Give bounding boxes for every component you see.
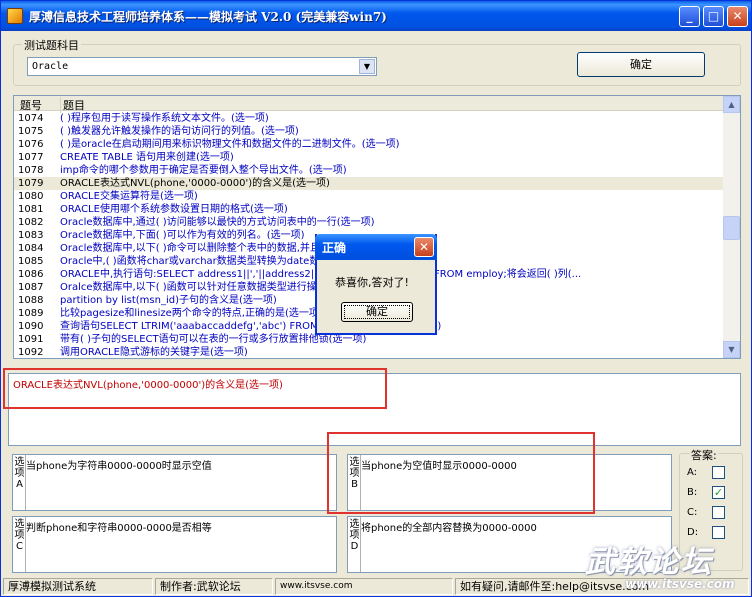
- table-row[interactable]: 1074 ( )程序包用于读写操作系统文本文件。(选一项): [14, 112, 724, 125]
- row-id: 1092: [18, 347, 44, 358]
- subject-group-label: 测试题科目: [22, 37, 81, 53]
- row-id: 1086: [18, 269, 44, 280]
- row-question: ORACLE使用哪个系统参数设置日期的格式(选一项): [60, 204, 288, 215]
- confirm-subject-button[interactable]: 确定: [577, 52, 705, 77]
- watermark-logo: 武软论坛: [585, 545, 713, 580]
- row-id: 1090: [18, 321, 44, 332]
- subject-select-value: Oracle: [32, 61, 69, 72]
- checkmark-icon[interactable]: ✓: [712, 486, 725, 499]
- title-bar[interactable]: 厚溥信息技术工程师培养体系——模拟考试 V2.0 (完美兼容win7) _ □ …: [1, 1, 751, 31]
- option-a-box[interactable]: 选项A 当phone为字符串0000-0000时显示空值: [12, 454, 337, 511]
- row-id: 1075: [18, 126, 44, 137]
- scroll-thumb[interactable]: [723, 216, 740, 240]
- row-question: 调用ORACLE隐式游标的关键字是(选一项): [60, 347, 248, 358]
- close-button[interactable]: ✕: [727, 6, 748, 27]
- answer-option-label: B:: [687, 487, 698, 498]
- scroll-down-icon[interactable]: ▼: [723, 341, 740, 358]
- table-row[interactable]: 1080 ORACLE交集运算符是(选一项): [14, 190, 724, 203]
- row-id: 1081: [18, 204, 44, 215]
- row-id: 1087: [18, 282, 44, 293]
- table-row[interactable]: 1092 调用ORACLE隐式游标的关键字是(选一项): [14, 346, 724, 358]
- row-id: 1088: [18, 295, 44, 306]
- table-row[interactable]: 1076 ( )是oracle在启动期间用来标识物理文件和数据文件的二进制文件。(…: [14, 138, 724, 151]
- dialog-message: 恭喜你,答对了!: [335, 276, 409, 289]
- row-question: imp命令的哪个参数用于确定是否要倒入整个导出文件。(选一项): [60, 165, 347, 176]
- dialog-title-bar[interactable]: 正确 ✕: [315, 234, 437, 260]
- row-id: 1080: [18, 191, 44, 202]
- answer-option-label: A:: [687, 467, 698, 478]
- row-question: ORACLE交集运算符是(选一项): [60, 191, 198, 202]
- answer-option[interactable]: C:: [687, 506, 737, 520]
- chevron-down-icon[interactable]: ▼: [359, 59, 375, 74]
- watermark: 武软论坛 www.itsvse.com: [585, 537, 751, 597]
- subject-select[interactable]: Oracle ▼: [27, 57, 377, 76]
- answer-option[interactable]: B: ✓: [687, 486, 737, 500]
- watermark-url: www.itsvse.com: [625, 577, 735, 591]
- option-c-label: 选项C: [14, 519, 25, 552]
- dialog-ok-button[interactable]: 确定: [341, 302, 413, 322]
- status-author: 制作者:武软论坛: [155, 578, 273, 595]
- window-title: 厚溥信息技术工程师培养体系——模拟考试 V2.0 (完美兼容win7): [29, 10, 387, 24]
- table-row[interactable]: 1079 ORACLE表达式NVL(phone,'0000-0000')的含义是(…: [14, 177, 724, 190]
- row-question: ( )触发器允许触发操作的语句访问行的列值。(选一项): [60, 126, 299, 137]
- option-a-label: 选项A: [14, 457, 25, 490]
- list-header: 题号 题目: [14, 96, 724, 113]
- column-id[interactable]: 题号: [20, 97, 42, 113]
- minimize-button[interactable]: _: [679, 6, 700, 27]
- dialog-title: 正确: [322, 241, 347, 255]
- row-id: 1091: [18, 334, 44, 345]
- row-id: 1089: [18, 308, 44, 319]
- row-question: ( )程序包用于读写操作系统文本文件。(选一项): [60, 113, 269, 124]
- row-id: 1076: [18, 139, 44, 150]
- row-question: ORACLE表达式NVL(phone,'0000-0000')的含义是(选一项): [60, 178, 330, 189]
- row-id: 1084: [18, 243, 44, 254]
- table-row[interactable]: 1078 imp命令的哪个参数用于确定是否要倒入整个导出文件。(选一项): [14, 164, 724, 177]
- option-d-text: 将phone的全部内容替换为0000-0000: [361, 523, 537, 534]
- row-question: Oracle数据库中,通过( )访问能够以最快的方式访问表中的一行(选一项): [60, 217, 375, 228]
- table-row[interactable]: 1081 ORACLE使用哪个系统参数设置日期的格式(选一项): [14, 203, 724, 216]
- row-question: ( )是oracle在启动期间用来标识物理文件和数据文件的二进制文件。(选一项): [60, 139, 400, 150]
- row-id: 1082: [18, 217, 44, 228]
- option-a-text: 当phone为字符串0000-0000时显示空值: [26, 461, 212, 472]
- option-c-box[interactable]: 选项C 判断phone和字符串0000-0000是否相等: [12, 516, 337, 573]
- app-icon: [7, 8, 23, 24]
- row-id: 1078: [18, 165, 44, 176]
- table-row[interactable]: 1075 ( )触发器允许触发操作的语句访问行的列值。(选一项): [14, 125, 724, 138]
- list-scrollbar[interactable]: ▲ ▼: [723, 96, 740, 358]
- column-question[interactable]: 题目: [60, 97, 85, 113]
- main-window: 厚溥信息技术工程师培养体系——模拟考试 V2.0 (完美兼容win7) _ □ …: [0, 0, 752, 597]
- status-website: www.itsvse.com: [275, 578, 453, 595]
- status-system: 厚溥模拟测试系统: [3, 578, 153, 595]
- option-c-text: 判断phone和字符串0000-0000是否相等: [26, 523, 212, 534]
- answer-option[interactable]: A:: [687, 466, 737, 480]
- highlight-question: [3, 368, 387, 409]
- row-id: 1077: [18, 152, 44, 163]
- row-id: 1083: [18, 230, 44, 241]
- result-dialog: 正确 ✕ 恭喜你,答对了! 确定: [315, 234, 437, 335]
- row-id: 1079: [18, 178, 44, 189]
- answer-title: 答案:: [690, 447, 718, 463]
- checkbox[interactable]: [712, 466, 725, 479]
- highlight-answer: [327, 432, 595, 514]
- table-row[interactable]: 1082 Oracle数据库中,通过( )访问能够以最快的方式访问表中的一行(选一…: [14, 216, 724, 229]
- table-row[interactable]: 1077 CREATE TABLE 语句用来创建(选一项): [14, 151, 724, 164]
- answer-option-label: C:: [687, 507, 698, 518]
- row-id: 1074: [18, 113, 44, 124]
- row-question: CREATE TABLE 语句用来创建(选一项): [60, 152, 234, 163]
- maximize-button[interactable]: □: [703, 6, 724, 27]
- dialog-close-icon[interactable]: ✕: [414, 237, 434, 257]
- checkbox[interactable]: [712, 506, 725, 519]
- row-id: 1085: [18, 256, 44, 267]
- scroll-up-icon[interactable]: ▲: [723, 96, 740, 113]
- option-d-label: 选项D: [349, 519, 360, 552]
